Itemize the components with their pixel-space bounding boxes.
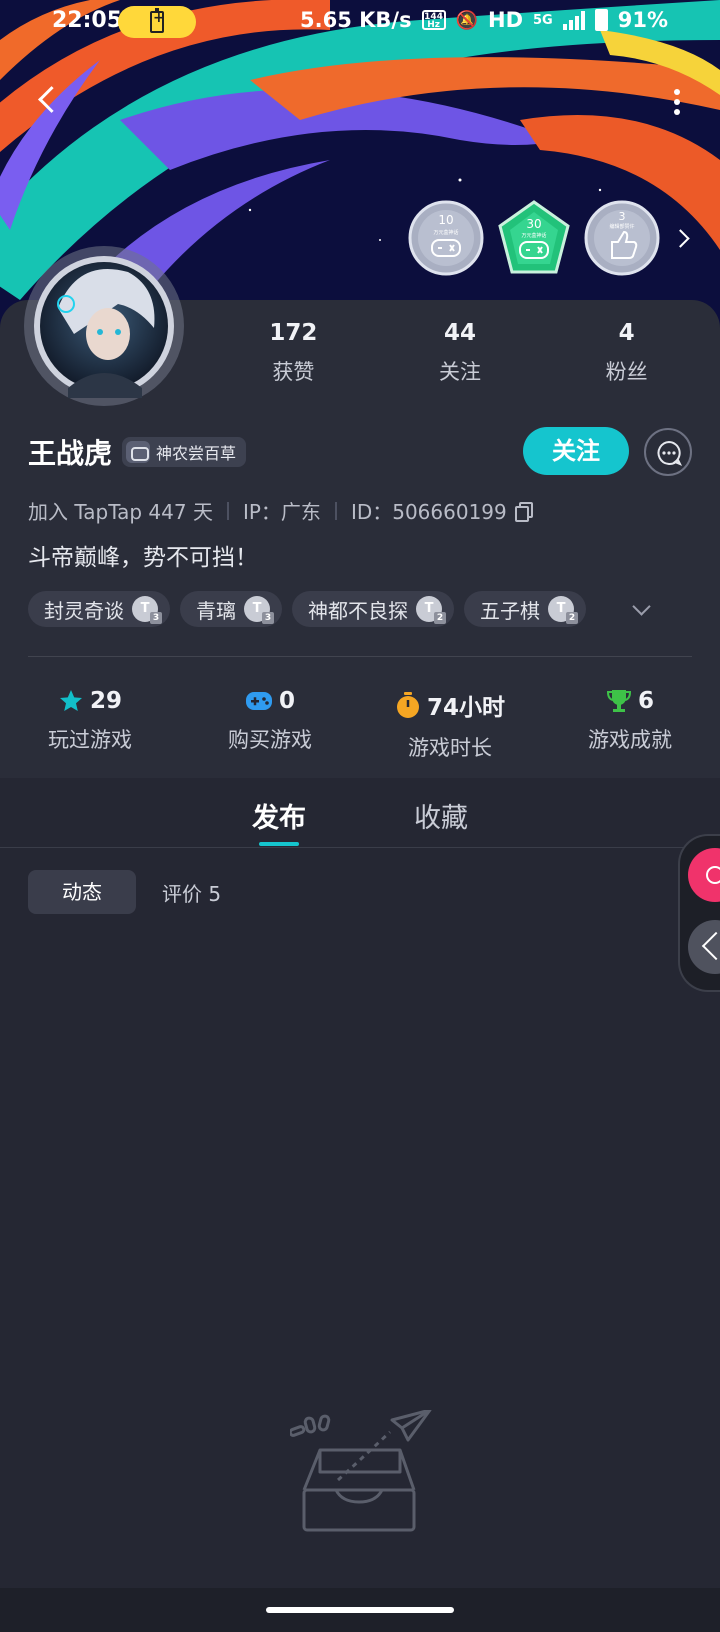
floating-action-panel	[678, 834, 720, 992]
follow-button[interactable]: 关注	[523, 427, 629, 475]
battery-charging-icon	[150, 8, 165, 33]
net-speed: 5.65 KB/s	[300, 8, 412, 32]
tab-indicator	[259, 842, 299, 846]
game-tag-label: 封灵奇谈	[44, 598, 124, 623]
profile-meta: 加入 TapTap 447 天 IP：广东 ID：506660199	[28, 496, 533, 525]
game-tag[interactable]: 五子棋 T2	[464, 591, 586, 627]
game-tag[interactable]: 青璃 T3	[180, 591, 282, 627]
battery-icon	[594, 9, 608, 31]
network-label: 5G	[533, 12, 553, 28]
battery-percent: 91%	[617, 8, 668, 32]
name-row: 王战虎 神农尝百草	[28, 432, 247, 472]
profile-stats: 172 获赞 44 关注 4 粉丝	[210, 320, 710, 386]
gamepad-icon	[245, 692, 272, 710]
chevron-down-icon[interactable]	[630, 600, 654, 620]
achievements-count: 6	[637, 688, 654, 714]
badge-caption: 万元盒神话	[521, 232, 546, 239]
meta-divider	[334, 501, 337, 520]
sub-tabs: 动态 评价 5	[28, 870, 221, 914]
badge-caption: 编辑部赞许	[609, 223, 634, 230]
trophy-icon	[606, 690, 631, 712]
user-id: ID：506660199	[350, 500, 507, 524]
more-options-button[interactable]	[664, 84, 688, 120]
badge-count: 10	[438, 213, 453, 227]
play-time-stat[interactable]: 74小时 游戏时长	[360, 688, 540, 762]
content-tabs: 发布 收藏	[0, 778, 720, 848]
join-info: 加入 TapTap 447 天	[28, 500, 213, 524]
title-badge[interactable]: 神农尝百草	[122, 437, 247, 467]
played-games-label: 玩过游戏	[48, 728, 132, 752]
level-badge-icon: T3	[132, 596, 162, 624]
likes-label: 获赞	[272, 360, 315, 384]
followers-stat[interactable]: 4 粉丝	[543, 320, 710, 386]
hd-label: HD	[488, 8, 524, 32]
badge-list: 10 万元盒神话 30 万元盒神话 3 编辑部赞许	[408, 200, 660, 276]
following-count: 44	[444, 320, 477, 346]
played-games-stat[interactable]: 29 玩过游戏	[0, 688, 180, 762]
tab-posts[interactable]: 发布	[252, 796, 306, 835]
thumbs-up-badge-icon[interactable]: 3 编辑部赞许	[584, 200, 660, 276]
played-games-count: 29	[89, 688, 122, 714]
level-badge-icon: T2	[548, 596, 578, 624]
sub-tab-reviews[interactable]: 评价 5	[162, 878, 221, 907]
bought-games-label: 购买游戏	[228, 728, 312, 752]
play-time-value: 74小时	[426, 695, 505, 721]
game-tag[interactable]: 神都不良探 T2	[292, 591, 454, 627]
back-button[interactable]	[30, 82, 66, 118]
divider	[28, 656, 692, 657]
badge-caption: 万元盒神话	[433, 229, 458, 236]
home-indicator[interactable]	[266, 1607, 454, 1613]
following-label: 关注	[439, 360, 481, 384]
game-tag-label: 神都不良探	[308, 598, 408, 623]
chat-bubble-icon	[657, 440, 682, 466]
badge-count: 30	[526, 217, 541, 231]
likes-count: 172	[269, 320, 318, 346]
game-tag[interactable]: 封灵奇谈 T3	[28, 591, 170, 627]
play-time-label: 游戏时长	[408, 736, 492, 760]
level-badge-icon: T3	[244, 596, 274, 624]
followers-count: 4	[618, 320, 635, 346]
bought-games-count: 0	[278, 688, 295, 714]
bell-muted-icon: 🔕	[455, 9, 478, 31]
following-stat[interactable]: 44 关注	[377, 320, 544, 386]
star-icon	[59, 690, 82, 711]
followers-label: 粉丝	[605, 360, 648, 384]
refresh-rate-icon: 144 Hz	[421, 10, 446, 30]
status-bar: 22:05 5.65 KB/s 144Hz 🔕 HD 5G 91%	[0, 0, 720, 44]
status-icons: 5.65 KB/s 144 Hz 🔕 HD 5G 91%	[300, 8, 668, 32]
title-badge-label: 神农尝百草	[156, 444, 237, 463]
signal-icon	[562, 10, 585, 30]
user-bio: 斗帝巅峰，势不可挡！	[28, 545, 258, 571]
game-stats: 29 玩过游戏 0 购买游戏 74小时 游戏时长 6 游戏成就	[0, 688, 720, 762]
empty-state-icon	[288, 1408, 440, 1540]
tab-favorites[interactable]: 收藏	[414, 796, 468, 835]
magic-wand-icon[interactable]	[688, 920, 720, 974]
game-tags: 封灵奇谈 T3 青璃 T3 神都不良探 T2 五子棋 T2	[28, 591, 586, 627]
achievements-stat[interactable]: 6 游戏成就	[540, 688, 720, 762]
chevron-right-icon[interactable]	[672, 226, 692, 252]
game-tag-label: 五子棋	[480, 598, 540, 623]
ip-location: IP：广东	[242, 500, 321, 524]
status-time: 22:05	[52, 8, 123, 33]
meta-divider	[226, 501, 229, 520]
bought-games-stat[interactable]: 0 购买游戏	[180, 688, 360, 762]
gamepad-badge-icon	[126, 441, 151, 463]
message-button[interactable]	[644, 428, 692, 476]
copy-icon[interactable]	[514, 501, 533, 522]
stopwatch-icon	[396, 692, 419, 718]
badge-count: 3	[619, 210, 626, 223]
avatar[interactable]	[18, 238, 198, 408]
game-tag-label: 青璃	[196, 598, 236, 623]
level-badge-icon: T2	[416, 596, 446, 624]
sub-tab-activity[interactable]: 动态	[28, 870, 136, 914]
controller-badge-active-icon[interactable]: 30 万元盒神话	[496, 200, 572, 276]
controller-badge-icon[interactable]: 10 万元盒神话	[408, 200, 484, 276]
achievements-label: 游戏成就	[588, 728, 672, 752]
likes-stat[interactable]: 172 获赞	[210, 320, 377, 386]
charging-indicator	[118, 6, 196, 38]
user-name: 王战虎	[28, 437, 113, 470]
add-post-icon[interactable]	[688, 848, 720, 902]
